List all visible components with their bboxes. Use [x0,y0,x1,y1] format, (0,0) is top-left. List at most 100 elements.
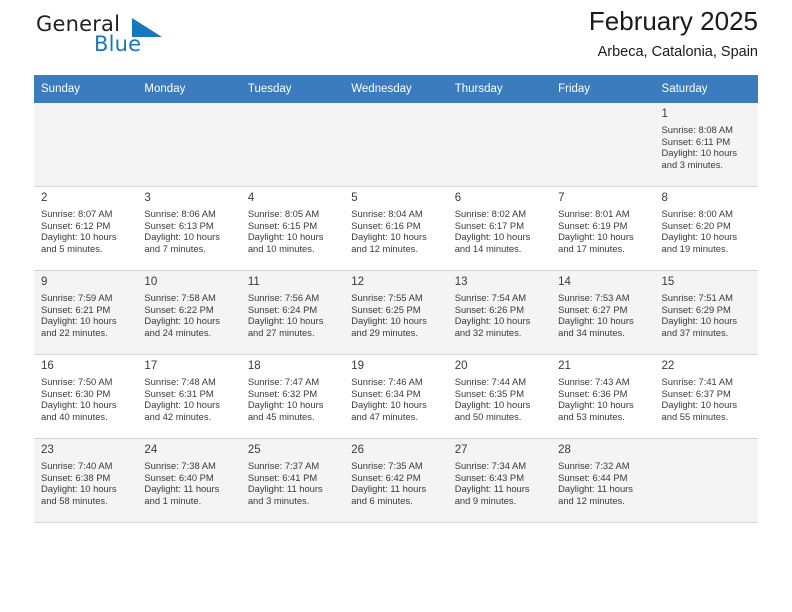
day-sunrise-text: Sunrise: 8:02 AM [454,208,527,219]
day-cell-content: 10 Sunrise: 7:58 AM Sunset: 6:22 PM Dayligh… [137,271,240,350]
day-sun-info: Sunrise: 7:32 AM Sunset: 6:44 PM Daylight:… [558,460,648,506]
calendar-day-cell[interactable]: 27 Sunrise: 7:34 AM Sunset: 6:43 PM Dayligh… [447,438,552,523]
day-sun-info: Sunrise: 7:37 AM Sunset: 6:41 PM Daylight:… [248,460,338,506]
calendar-day-cell[interactable]: 28 Sunrise: 7:32 AM Sunset: 6:44 PM Dayligh… [551,438,655,523]
day-cell-content: 15 Sunrise: 7:51 AM Sunset: 6:29 PM Dayligh… [655,271,758,350]
calendar-day-cell[interactable]: 4 Sunrise: 8:05 AM Sunset: 6:15 PM Daylight… [240,186,345,271]
day-sunset-text: Sunset: 6:38 PM [41,471,111,483]
day-cell-content: 7 Sunrise: 8:01 AM Sunset: 6:19 PM Daylight… [551,187,654,266]
day-sun-info: Sunrise: 7:59 AM Sunset: 6:21 PM Daylight:… [41,292,131,338]
day-daylight-2-text: and 14 minutes. [454,242,522,254]
calendar-day-cell[interactable]: 15 Sunrise: 7:51 AM Sunset: 6:29 PM Dayligh… [654,270,758,355]
calendar-day-cell[interactable]: 17 Sunrise: 7:48 AM Sunset: 6:31 PM Dayligh… [137,354,241,439]
calendar-day-cell[interactable]: 1 Sunrise: 8:08 AM Sunset: 6:11 PM Daylight… [654,103,758,187]
day-number: 2 [41,192,48,204]
calendar-day-cell[interactable]: 12 Sunrise: 7:55 AM Sunset: 6:25 PM Dayligh… [344,270,448,355]
day-daylight-2-text: and 12 minutes. [558,494,625,506]
day-cell-content: 11 Sunrise: 7:56 AM Sunset: 6:24 PM Dayligh… [241,271,344,350]
day-sunset-text: Sunset: 6:40 PM [144,471,214,483]
calendar-day-cell[interactable]: 20 Sunrise: 7:44 AM Sunset: 6:35 PM Dayligh… [447,354,552,439]
calendar-day-cell[interactable]: 13 Sunrise: 7:54 AM Sunset: 6:26 PM Dayligh… [447,270,552,355]
day-number: 16 [41,360,54,372]
day-number: 25 [247,444,261,456]
day-daylight-1-text: Daylight: 10 hours [41,315,117,327]
day-number: 6 [454,192,462,204]
calendar-day-cell[interactable]: 23 Sunrise: 7:40 AM Sunset: 6:38 PM Dayligh… [34,438,138,523]
day-cell-content: 21 Sunrise: 7:43 AM Sunset: 6:36 PM Dayligh… [551,355,654,434]
calendar-day-cell[interactable]: 19 Sunrise: 7:46 AM Sunset: 6:34 PM Dayligh… [344,354,448,439]
calendar-day-cell[interactable]: 11 Sunrise: 7:56 AM Sunset: 6:24 PM Dayligh… [240,270,345,355]
day-daylight-2-text: and 27 minutes. [247,326,315,338]
day-sun-info: Sunrise: 8:05 AM Sunset: 6:15 PM Daylight:… [248,208,338,254]
location-subtitle: Arbeca, Catalonia, Spain [597,44,758,60]
day-daylight-2-text: and 6 minutes. [351,494,413,506]
day-sunrise-text: Sunrise: 7:51 AM [661,292,733,303]
calendar-day-cell[interactable]: 9 Sunrise: 7:59 AM Sunset: 6:21 PM Daylight… [34,270,138,355]
calendar-day-cell[interactable]: 22 Sunrise: 7:41 AM Sunset: 6:37 PM Dayligh… [654,354,758,439]
day-sunset-text: Sunset: 6:16 PM [351,219,421,231]
calendar-day-cell[interactable]: 10 Sunrise: 7:58 AM Sunset: 6:22 PM Dayligh… [137,270,241,355]
day-daylight-2-text: and 34 minutes. [558,326,625,338]
day-daylight-1-text: Daylight: 10 hours [454,399,531,411]
calendar-day-cell[interactable]: 5 Sunrise: 8:04 AM Sunset: 6:16 PM Daylight… [344,186,448,271]
calendar-day-cell[interactable]: 2 Sunrise: 8:07 AM Sunset: 6:12 PM Daylight… [34,186,138,271]
day-sunset-text: Sunset: 6:26 PM [454,303,524,315]
day-sun-info: Sunrise: 7:55 AM Sunset: 6:25 PM Daylight:… [351,292,441,338]
calendar-day-cell-empty [344,103,448,187]
day-sunset-text: Sunset: 6:30 PM [41,387,111,399]
calendar-day-cell[interactable]: 21 Sunrise: 7:43 AM Sunset: 6:36 PM Dayligh… [551,354,655,439]
weekday-header-wednesday: Wednesday [344,75,448,103]
calendar-day-cell[interactable]: 3 Sunrise: 8:06 AM Sunset: 6:13 PM Daylight… [137,186,241,271]
day-sun-info: Sunrise: 7:53 AM Sunset: 6:27 PM Daylight:… [558,292,648,338]
calendar-day-cell[interactable]: 7 Sunrise: 8:01 AM Sunset: 6:19 PM Daylight… [551,186,655,271]
day-sunrise-text: Sunrise: 7:48 AM [144,376,216,387]
day-daylight-1-text: Daylight: 10 hours [661,315,738,327]
day-sunset-text: Sunset: 6:11 PM [661,135,731,147]
day-sunrise-text: Sunrise: 7:43 AM [558,376,630,387]
day-sun-info: Sunrise: 7:44 AM Sunset: 6:35 PM Daylight:… [455,376,545,422]
calendar-day-cell[interactable]: 26 Sunrise: 7:35 AM Sunset: 6:42 PM Dayligh… [344,438,448,523]
calendar-day-cell[interactable]: 16 Sunrise: 7:50 AM Sunset: 6:30 PM Dayligh… [34,354,138,439]
day-sunrise-text: Sunrise: 7:38 AM [144,460,216,471]
day-daylight-2-text: and 7 minutes. [144,242,206,254]
day-sunset-text: Sunset: 6:36 PM [558,387,628,399]
calendar-day-cell[interactable]: 24 Sunrise: 7:38 AM Sunset: 6:40 PM Dayligh… [137,438,241,523]
day-cell-content: 4 Sunrise: 8:05 AM Sunset: 6:15 PM Daylight… [241,187,344,266]
day-daylight-1-text: Daylight: 10 hours [247,399,324,411]
day-sun-info: Sunrise: 8:02 AM Sunset: 6:17 PM Daylight:… [455,208,545,254]
day-number: 12 [351,276,365,288]
day-sun-info: Sunrise: 8:06 AM Sunset: 6:13 PM Daylight:… [144,208,234,254]
day-cell-content: 8 Sunrise: 8:00 AM Sunset: 6:20 PM Daylight… [655,187,758,266]
page-header: General Blue February 2025 Arbeca, Catal… [34,0,758,72]
calendar-day-cell[interactable]: 14 Sunrise: 7:53 AM Sunset: 6:27 PM Dayligh… [551,270,655,355]
day-number: 19 [351,360,365,372]
day-daylight-1-text: Daylight: 10 hours [351,315,427,327]
calendar-day-cell-empty [240,103,345,187]
calendar-day-cell[interactable]: 18 Sunrise: 7:47 AM Sunset: 6:32 PM Dayligh… [240,354,345,439]
day-cell-content: 26 Sunrise: 7:35 AM Sunset: 6:42 PM Dayligh… [344,439,447,518]
day-sunrise-text: Sunrise: 7:41 AM [661,376,733,387]
day-sunset-text: Sunset: 6:20 PM [661,219,731,231]
day-number: 8 [661,192,668,204]
calendar-day-cell[interactable]: 25 Sunrise: 7:37 AM Sunset: 6:41 PM Dayligh… [240,438,345,523]
day-sun-info: Sunrise: 8:08 AM Sunset: 6:11 PM Daylight:… [662,124,752,170]
day-sunset-text: Sunset: 6:22 PM [144,303,214,315]
calendar-day-cell[interactable]: 6 Sunrise: 8:02 AM Sunset: 6:17 PM Daylight… [447,186,552,271]
day-sunset-text: Sunset: 6:17 PM [454,219,524,231]
day-sunrise-text: Sunrise: 7:32 AM [558,460,630,471]
brand-logo[interactable]: General Blue [34,12,234,64]
day-number: 13 [454,276,468,288]
day-cell-content: 12 Sunrise: 7:55 AM Sunset: 6:25 PM Dayligh… [344,271,447,350]
day-cell-content: 22 Sunrise: 7:41 AM Sunset: 6:37 PM Dayligh… [655,355,758,434]
day-daylight-2-text: and 32 minutes. [454,326,522,338]
day-sunset-text: Sunset: 6:25 PM [351,303,421,315]
calendar-week-row: 16 Sunrise: 7:50 AM Sunset: 6:30 PM Dayligh… [34,354,758,439]
day-daylight-1-text: Daylight: 10 hours [454,315,531,327]
day-sunrise-text: Sunrise: 8:01 AM [558,208,630,219]
day-daylight-1-text: Daylight: 10 hours [351,231,427,243]
weekday-header-thursday: Thursday [447,75,552,103]
day-daylight-1-text: Daylight: 10 hours [41,231,117,243]
day-sun-info: Sunrise: 7:46 AM Sunset: 6:34 PM Daylight:… [351,376,441,422]
day-sun-info: Sunrise: 7:35 AM Sunset: 6:42 PM Daylight:… [351,460,441,506]
calendar-day-cell[interactable]: 8 Sunrise: 8:00 AM Sunset: 6:20 PM Daylight… [654,186,758,271]
